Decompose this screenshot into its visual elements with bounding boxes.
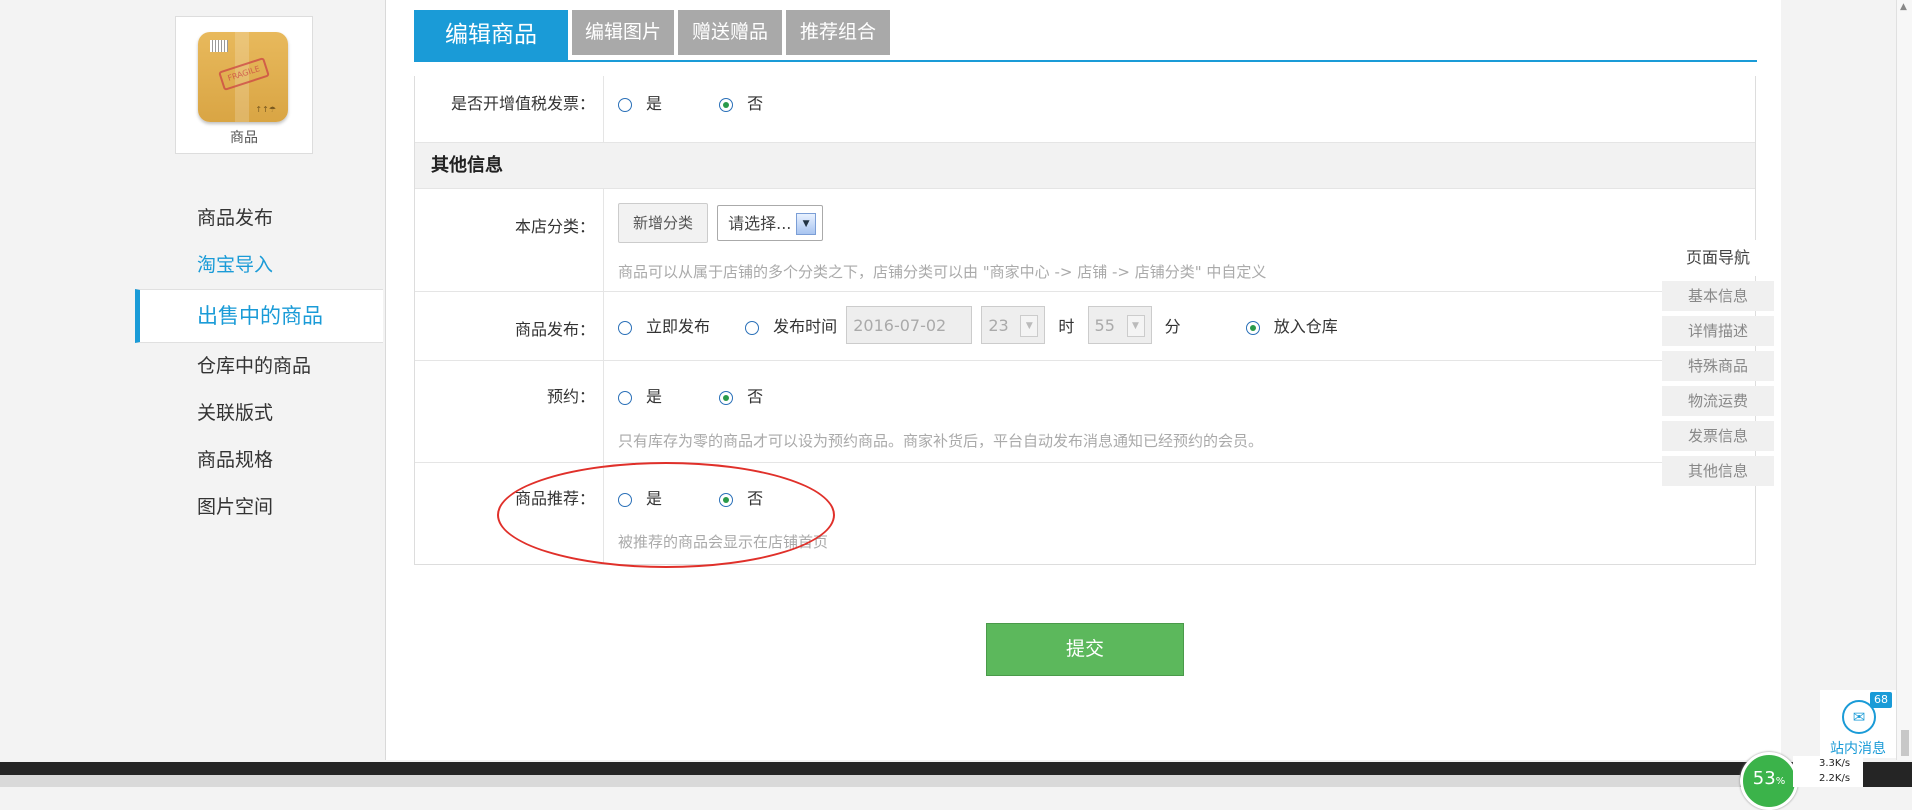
scroll-up-arrow-icon[interactable]: ▲ bbox=[1900, 2, 1907, 12]
publish-time-option[interactable]: 发布时间 bbox=[745, 313, 837, 337]
publish-minute-select[interactable]: 55 ▼ bbox=[1087, 306, 1152, 344]
vat-invoice-label: 是否开增值税发票： bbox=[450, 94, 595, 113]
publish-label: 商品发布： bbox=[514, 320, 595, 339]
sidebar-item-image-space[interactable]: 图片空间 bbox=[0, 484, 386, 531]
publish-date-input[interactable]: 2016-07-02 bbox=[846, 306, 973, 344]
radio-button[interactable] bbox=[745, 320, 760, 335]
chevron-down-icon: ▼ bbox=[796, 213, 817, 235]
hour-unit: 时 bbox=[1058, 317, 1075, 336]
option-label: 立即发布 bbox=[646, 317, 711, 336]
radio-button-selected[interactable] bbox=[1245, 320, 1260, 335]
sidebar-item-goods-spec[interactable]: 商品规格 bbox=[0, 437, 386, 484]
page-nav-logistics[interactable]: 物流运费 bbox=[1662, 386, 1774, 416]
download-speed: 2.2K/s bbox=[1819, 773, 1851, 784]
tab-edit-goods[interactable]: 编辑商品 bbox=[414, 10, 568, 60]
minute-unit: 分 bbox=[1164, 317, 1181, 336]
recommend-no-option[interactable]: 否 bbox=[719, 485, 763, 509]
store-category-label: 本店分类： bbox=[514, 217, 595, 236]
page-nav-invoice-info[interactable]: 发票信息 bbox=[1662, 421, 1774, 451]
tab-bar: 编辑商品 编辑图片 赠送赠品 推荐组合 bbox=[414, 10, 1757, 62]
publish-now-option[interactable]: 立即发布 bbox=[618, 313, 710, 337]
sidebar: FRAGILE ↑↑☂ 商品 商品发布 淘宝导入 出售中的商品 仓库中的商品 关… bbox=[0, 0, 386, 760]
option-label: 否 bbox=[747, 489, 764, 508]
recommend-hint: 被推荐的商品会显示在店铺首页 bbox=[618, 533, 829, 551]
row-publish: 商品发布： 立即发布 发布时间 2016-07-02 23 ▼ 时 55 ▼ 分 放… bbox=[415, 292, 1755, 361]
network-speed-widget: 3.3K/s 2.2K/s bbox=[1793, 756, 1863, 787]
sidebar-item-related-layout[interactable]: 关联版式 bbox=[0, 390, 386, 437]
reservation-label: 预约： bbox=[546, 387, 595, 406]
store-category-hint: 商品可以从属于店铺的多个分类之下，店铺分类可以由 "商家中心 -> 店铺 -> … bbox=[618, 263, 1267, 281]
sidebar-item-warehouse-goods[interactable]: 仓库中的商品 bbox=[0, 343, 386, 390]
sidebar-item-publish-goods[interactable]: 商品发布 bbox=[0, 195, 386, 242]
app-label: 商品 bbox=[230, 130, 258, 146]
vat-invoice-yes-option[interactable]: 是 bbox=[618, 90, 662, 114]
row-vat-invoice: 是否开增值税发票： 是 否 bbox=[415, 76, 1755, 143]
sidebar-nav: 商品发布 淘宝导入 出售中的商品 仓库中的商品 关联版式 商品规格 图片空间 bbox=[0, 195, 386, 531]
radio-button[interactable] bbox=[618, 390, 632, 405]
page-nav-other-info[interactable]: 其他信息 bbox=[1662, 456, 1774, 486]
row-recommend: 商品推荐： 是 否 被推荐的商品会显示在店铺首页 bbox=[415, 463, 1755, 564]
upload-speed: 3.3K/s bbox=[1819, 758, 1851, 769]
option-label: 是 bbox=[646, 489, 663, 508]
select-value: 55 bbox=[1094, 316, 1115, 335]
option-label: 是 bbox=[646, 387, 663, 406]
site-messages-label: 站内消息 bbox=[1830, 741, 1886, 757]
reservation-yes-option[interactable]: 是 bbox=[618, 383, 662, 407]
option-label: 发布时间 bbox=[773, 317, 838, 336]
publish-hour-select[interactable]: 23 ▼ bbox=[981, 306, 1046, 344]
category-select[interactable]: 请选择... ▼ bbox=[717, 205, 824, 241]
scrollbar-thumb[interactable] bbox=[1901, 730, 1909, 756]
option-label: 是 bbox=[646, 94, 663, 113]
package-box-icon: FRAGILE ↑↑☂ bbox=[198, 32, 288, 122]
page-navigation: 页面导航 基本信息 详情描述 特殊商品 物流运费 发票信息 其他信息 bbox=[1662, 240, 1774, 486]
sidebar-item-on-sale-goods[interactable]: 出售中的商品 bbox=[135, 289, 383, 343]
add-category-button[interactable]: 新增分类 bbox=[618, 203, 709, 243]
option-label: 否 bbox=[747, 94, 764, 113]
message-count-badge: 68 bbox=[1870, 692, 1892, 708]
taskbar bbox=[0, 762, 1912, 787]
radio-button-selected[interactable] bbox=[719, 492, 734, 507]
vat-invoice-no-option[interactable]: 否 bbox=[719, 90, 763, 114]
reservation-no-option[interactable]: 否 bbox=[719, 383, 763, 407]
page-nav-detail-description[interactable]: 详情描述 bbox=[1662, 316, 1774, 346]
chevron-down-icon: ▼ bbox=[1126, 315, 1145, 337]
page-nav-special-goods[interactable]: 特殊商品 bbox=[1662, 351, 1774, 381]
option-label: 放入仓库 bbox=[1273, 317, 1338, 336]
cpu-usage-widget[interactable]: 53% bbox=[1740, 752, 1798, 810]
reservation-hint: 只有库存为零的商品才可以设为预约商品。商家补货后，平台自动发布消息通知已经预约的… bbox=[618, 432, 1264, 450]
vertical-scrollbar[interactable]: ▲ bbox=[1896, 0, 1912, 760]
chevron-down-icon: ▼ bbox=[1020, 315, 1039, 337]
row-reservation: 预约： 是 否 只有库存为零的商品才可以设为预约商品。商家补货后，平台自动发布消… bbox=[415, 361, 1755, 463]
recommend-label: 商品推荐： bbox=[514, 489, 595, 508]
site-messages-button[interactable]: ✉ 68 站内消息 bbox=[1820, 690, 1896, 758]
recommend-yes-option[interactable]: 是 bbox=[618, 485, 662, 509]
page-nav-basic-info[interactable]: 基本信息 bbox=[1662, 281, 1774, 311]
select-value: 请选择... bbox=[728, 214, 792, 233]
cpu-percent: 53 bbox=[1752, 768, 1776, 789]
goods-form: 是否开增值税发票： 是 否 其他信息 本店分类： 新增分类 请选择... ▼ 商品… bbox=[414, 76, 1756, 565]
option-label: 否 bbox=[747, 387, 764, 406]
tab-edit-images[interactable]: 编辑图片 bbox=[572, 10, 674, 55]
page-nav-title: 页面导航 bbox=[1662, 240, 1774, 276]
goods-app-tile[interactable]: FRAGILE ↑↑☂ 商品 bbox=[175, 16, 313, 154]
tab-recommend-combo[interactable]: 推荐组合 bbox=[786, 10, 890, 55]
radio-button[interactable] bbox=[618, 492, 632, 507]
radio-button[interactable] bbox=[618, 320, 632, 335]
radio-button[interactable] bbox=[618, 97, 632, 112]
section-title: 其他信息 bbox=[415, 143, 1755, 189]
radio-button-selected[interactable] bbox=[719, 97, 734, 112]
tab-gifts[interactable]: 赠送赠品 bbox=[678, 10, 782, 55]
radio-button-selected[interactable] bbox=[719, 390, 734, 405]
put-in-warehouse-option[interactable]: 放入仓库 bbox=[1245, 313, 1338, 337]
sidebar-item-taobao-import[interactable]: 淘宝导入 bbox=[0, 242, 386, 289]
row-store-category: 本店分类： 新增分类 请选择... ▼ 商品可以从属于店铺的多个分类之下，店铺分类… bbox=[415, 189, 1755, 292]
submit-button[interactable]: 提交 bbox=[986, 623, 1184, 676]
select-value: 23 bbox=[988, 316, 1009, 335]
